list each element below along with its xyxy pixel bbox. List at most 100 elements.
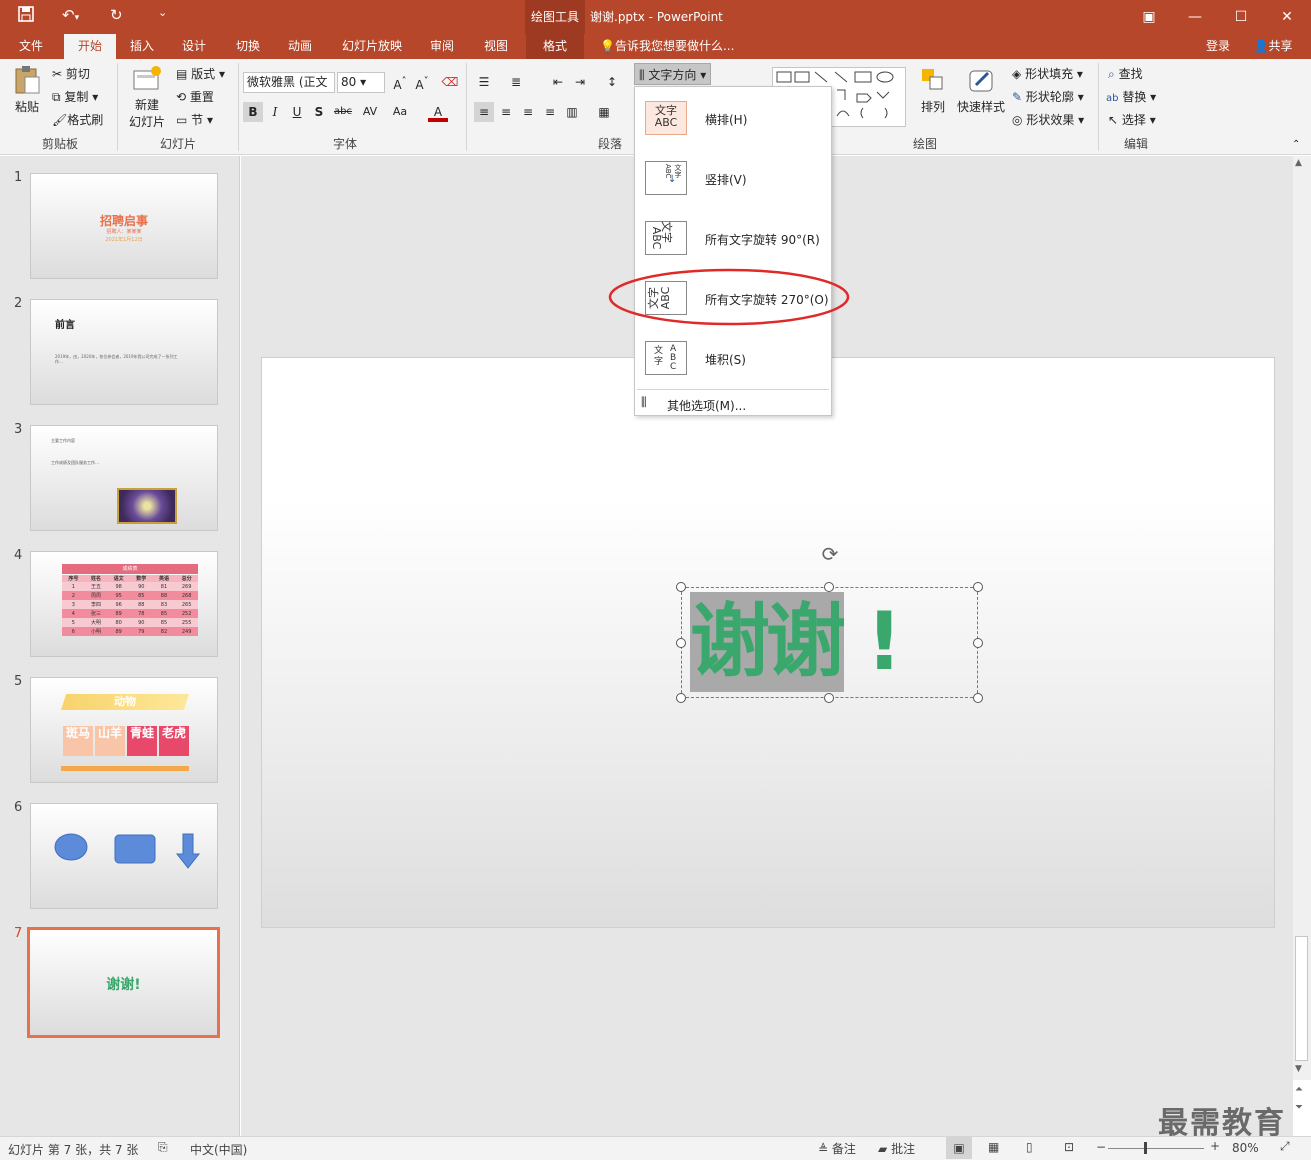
menu-item-stacked[interactable]: 文 字 A B C 堆积(S) [635, 329, 831, 389]
font-size-select[interactable]: 80 ▾ [337, 72, 385, 93]
slide-thumbnail-2[interactable]: 前言 2019年，由，2020年，各位参会者，2019年我公司完成了一系列工作… [30, 299, 218, 405]
tab-format[interactable]: 格式 [526, 34, 584, 59]
menu-item-rotate-90[interactable]: 文字 ABC 所有文字旋转 90°(R) [635, 209, 831, 269]
resize-handle-nw[interactable] [676, 582, 686, 592]
vertical-scrollbar[interactable]: ▲ ▼ [1293, 156, 1311, 1080]
shape-fill-button[interactable]: ◈ 形状填充 ▾ [1012, 65, 1083, 82]
shadow-button[interactable]: S [309, 102, 329, 122]
zoom-level[interactable]: 80% [1232, 1141, 1259, 1155]
collapse-ribbon-icon[interactable]: ⌃ [1292, 139, 1300, 150]
tab-insert[interactable]: 插入 [120, 34, 164, 59]
reset-button[interactable]: ⟲ 重置 [176, 88, 214, 105]
font-name-select[interactable]: 微软雅黑 (正文 [243, 72, 335, 93]
layout-button[interactable]: ▤ 版式 ▾ [176, 65, 225, 82]
new-slide-button[interactable]: 新建 幻灯片 [124, 65, 170, 130]
columns-icon[interactable]: ▦ [594, 102, 614, 122]
quick-styles-button[interactable]: 快速样式 [956, 67, 1006, 115]
language-indicator[interactable]: 中文(中国) [190, 1141, 247, 1158]
resize-handle-s[interactable] [824, 693, 834, 703]
decrease-indent-icon[interactable]: ⇤ [548, 72, 568, 92]
distributed-icon[interactable]: ▥ [562, 102, 582, 122]
zoom-slider[interactable] [1108, 1142, 1204, 1154]
reading-view-icon[interactable]: ▯ [1026, 1140, 1033, 1154]
slide-thumbnail-4[interactable]: 成绩表 序号 姓名 语文 数学 英语 总分 1 王五 98 90 81 269 2 周周 95 8… [30, 551, 218, 657]
save-icon[interactable] [18, 6, 34, 26]
prev-slide-icon[interactable]: ⏶ [1295, 1084, 1303, 1095]
notes-button[interactable]: ≜ 备注 [818, 1140, 856, 1157]
proofing-icon[interactable]: ⎘ [158, 1140, 168, 1155]
tab-slideshow[interactable]: 幻灯片放映 [334, 34, 410, 59]
cut-button[interactable]: ✂ 剪切 [52, 65, 90, 82]
undo-icon[interactable]: ↶▾ [62, 6, 79, 24]
slideshow-icon[interactable]: ⊡ [1064, 1140, 1074, 1154]
maximize-icon[interactable]: ☐ [1218, 0, 1264, 34]
minimize-icon[interactable]: — [1172, 0, 1218, 34]
find-button[interactable]: ⌕ 查找 [1108, 65, 1143, 82]
paste-button[interactable]: 粘贴 [12, 65, 42, 115]
text-direction-button[interactable]: ⫼ 文字方向 ▾ [634, 63, 712, 85]
tab-review[interactable]: 审阅 [420, 34, 464, 59]
underline-button[interactable]: U [287, 102, 307, 122]
tab-file[interactable]: 文件 [8, 34, 54, 59]
slide-thumbnail-6[interactable] [30, 803, 218, 909]
font-color-button[interactable]: A [428, 102, 448, 122]
format-painter-button[interactable]: 🖌格式刷 [52, 111, 103, 128]
tell-me-box[interactable]: 💡告诉我您想要做什么... [600, 34, 750, 59]
bullets-icon[interactable]: ☰ [474, 72, 494, 92]
slide-thumbnail-3[interactable]: 主要工作内容 工作成绩及团队服务工作… [30, 425, 218, 531]
resize-handle-n[interactable] [824, 582, 834, 592]
text-box[interactable]: 谢谢 ! [681, 587, 978, 698]
comments-button[interactable]: ▰ 批注 [878, 1140, 915, 1157]
change-case-button[interactable]: Aa [388, 102, 412, 122]
replace-button[interactable]: ab 替换 ▾ [1106, 88, 1156, 105]
zoom-out-icon[interactable]: − [1096, 1140, 1106, 1154]
customize-icon[interactable]: ⌄ [158, 6, 167, 19]
signin-link[interactable]: 登录 [1196, 34, 1240, 59]
select-button[interactable]: ↖ 选择 ▾ [1108, 111, 1156, 128]
ribbon-display-icon[interactable]: ▣ [1126, 0, 1172, 34]
tab-home[interactable]: 开始 [64, 34, 116, 60]
shrink-font-icon[interactable]: A˅ [412, 72, 432, 92]
clear-format-icon[interactable]: ⌫ [440, 72, 460, 92]
justify-icon[interactable]: ≡ [540, 102, 560, 122]
tab-animations[interactable]: 动画 [278, 34, 322, 59]
menu-item-more-options[interactable]: ⫼ 其他选项(M)... [635, 393, 831, 415]
normal-view-icon[interactable]: ▣ [946, 1137, 972, 1159]
increase-indent-icon[interactable]: ⇥ [570, 72, 590, 92]
strikethrough-button[interactable]: abc [331, 102, 355, 122]
italic-button[interactable]: I [265, 102, 285, 122]
line-spacing-icon[interactable]: ↕ [602, 72, 622, 92]
bold-button[interactable]: B [243, 102, 263, 122]
menu-item-vertical[interactable]: 文字 ABC ↓ 竖排(V) [635, 149, 831, 209]
zoom-slider-thumb[interactable] [1144, 1142, 1147, 1154]
align-center-icon[interactable]: ≡ [496, 102, 516, 122]
resize-handle-se[interactable] [973, 693, 983, 703]
numbering-icon[interactable]: ≣ [506, 72, 526, 92]
arrange-button[interactable]: 排列 [918, 67, 948, 115]
next-slide-icon[interactable]: ⏷ [1295, 1102, 1303, 1113]
close-icon[interactable]: ✕ [1264, 0, 1310, 34]
scroll-thumb[interactable] [1295, 936, 1308, 1061]
section-button[interactable]: ▭ 节 ▾ [176, 111, 213, 128]
tab-transitions[interactable]: 切换 [226, 34, 270, 59]
tab-design[interactable]: 设计 [172, 34, 216, 59]
slide-thumbnail-7[interactable]: 谢谢! [27, 927, 220, 1038]
resize-handle-w[interactable] [676, 638, 686, 648]
menu-item-horizontal[interactable]: 文字 ABC 横排(H) [635, 89, 831, 149]
align-right-icon[interactable]: ≡ [518, 102, 538, 122]
char-spacing-button[interactable]: AV [358, 102, 382, 122]
align-left-icon[interactable]: ≡ [474, 102, 494, 122]
slide-thumbnail-5[interactable]: 动物 斑马 山羊 青蛙 老虎 [30, 677, 218, 783]
slide-thumbnail-panel[interactable]: 1 招聘启事 招聘人：某某某 2021年1月12日 2 前言 2019年，由，2… [0, 156, 240, 1136]
share-button[interactable]: 👤共享 [1244, 34, 1302, 59]
grow-font-icon[interactable]: A˄ [390, 72, 410, 92]
tab-view[interactable]: 视图 [474, 34, 518, 59]
slide-sorter-icon[interactable]: ▦ [988, 1140, 999, 1154]
shape-effects-button[interactable]: ◎ 形状效果 ▾ [1012, 111, 1084, 128]
copy-button[interactable]: ⧉ 复制 ▾ [52, 88, 98, 105]
resize-handle-e[interactable] [973, 638, 983, 648]
resize-handle-sw[interactable] [676, 693, 686, 703]
scroll-up-icon[interactable]: ▲ [1295, 158, 1302, 168]
slide-thumbnail-1[interactable]: 招聘启事 招聘人：某某某 2021年1月12日 [30, 173, 218, 279]
shape-outline-button[interactable]: ✎ 形状轮廓 ▾ [1012, 88, 1084, 105]
